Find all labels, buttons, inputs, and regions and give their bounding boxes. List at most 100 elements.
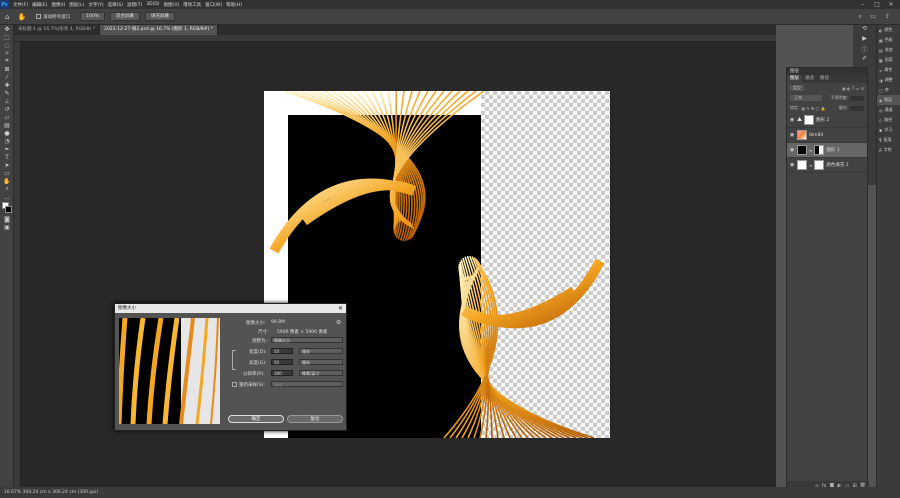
menu-view[interactable]: 视图(V) [164, 2, 180, 8]
height-input[interactable]: 50 [271, 359, 293, 365]
width-unit-select[interactable]: 厘米 [299, 348, 343, 354]
layer-thumbnail[interactable] [797, 160, 807, 170]
reset-button[interactable]: 复位 [287, 415, 343, 423]
menu-3d[interactable]: 3D(D) [146, 2, 159, 7]
brush-tool-icon[interactable]: ✎ [0, 89, 14, 97]
resolution-input[interactable]: 300 [271, 370, 293, 376]
maximize-icon[interactable]: □ [870, 0, 884, 9]
panel-adjustments[interactable]: ◑ 调整 [877, 75, 900, 85]
path-selection-tool-icon[interactable]: ➤ [0, 161, 14, 169]
screen-mode-icon[interactable]: ▣ [0, 223, 14, 231]
fill-input[interactable] [850, 105, 864, 111]
filter-kind-select[interactable]: 类型 [790, 85, 804, 91]
history-brush-tool-icon[interactable]: ↺ [0, 105, 14, 113]
menu-layer[interactable]: 图层(L) [69, 2, 84, 8]
layer-mask-thumbnail[interactable] [814, 145, 825, 155]
rectangle-tool-icon[interactable]: ▭ [0, 169, 14, 177]
visibility-eye-icon[interactable]: ◉ [790, 132, 795, 138]
more-tools-icon[interactable]: … [0, 193, 14, 201]
close-icon[interactable]: ✕ [884, 0, 898, 9]
tab-untitled-1[interactable]: 未标题-1 @ 16.7%(形状 4, RGB/8) * [14, 25, 101, 35]
link-icon[interactable]: ∞ [809, 148, 812, 153]
home-icon[interactable]: ⌂ [5, 13, 9, 21]
fill-screen-button[interactable]: 填充屏幕 [145, 12, 176, 21]
zoom-tool-icon[interactable]: ⌕ [0, 185, 14, 193]
settings-gear-icon[interactable]: ⚙ [336, 319, 341, 326]
horizontal-ruler[interactable] [14, 35, 776, 42]
layer-thumbnail[interactable] [797, 145, 807, 155]
stamp-tool-icon[interactable]: ⊥ [0, 97, 14, 105]
frame-tool-icon[interactable]: ⊠ [0, 65, 14, 73]
layer-mask-thumbnail[interactable] [814, 160, 825, 170]
menu-edit[interactable]: 编辑(E) [32, 2, 47, 8]
panel-learn[interactable]: ✱ 学习 [877, 125, 900, 135]
panel-patterns[interactable]: ▩ 图案 [877, 55, 900, 65]
menu-window[interactable]: 窗口(W) [205, 2, 222, 8]
minimize-icon[interactable]: – [856, 0, 870, 9]
eyedropper-tool-icon[interactable]: ⁄ [0, 73, 14, 81]
color-swatches-icon[interactable] [0, 201, 14, 215]
height-unit-select[interactable]: 厘米 [299, 359, 343, 365]
filter-icons[interactable]: ▦ ◐ T ▭ ⊡ [842, 86, 864, 91]
constrain-link-icon[interactable] [232, 350, 236, 370]
panel-paths[interactable]: ◇ 路径 [877, 115, 900, 125]
search-icon[interactable]: ⌕ [859, 13, 862, 21]
blur-tool-icon[interactable]: ● [0, 129, 14, 137]
eraser-tool-icon[interactable]: ▱ [0, 113, 14, 121]
dodge-tool-icon[interactable]: ◔ [0, 137, 14, 145]
move-tool-icon[interactable]: ✥ [0, 25, 14, 33]
panel-character[interactable]: A 字符 [877, 145, 900, 155]
history-icon[interactable]: ⟲ [853, 25, 876, 35]
panel-gradients[interactable]: ▤ 渐变 [877, 45, 900, 55]
tab-channels[interactable]: 通道 [802, 75, 817, 83]
resample-checkbox[interactable] [232, 382, 237, 387]
info-icon[interactable]: ⓘ [853, 45, 876, 55]
panel-swatches[interactable]: ▦ 色板 [877, 35, 900, 45]
layer-mask-thumbnail[interactable] [804, 115, 815, 125]
panel-layers[interactable]: ◈ 图层 [877, 95, 900, 105]
fit-to-select[interactable]: 原稿大小 [271, 337, 343, 343]
tab-active-document[interactable]: 2021-12-27-银2.psd @ 16.7% (图形 1, RGB/8#)… [100, 25, 218, 35]
share-icon[interactable]: ⇪ [885, 13, 890, 20]
visibility-eye-icon[interactable]: ◉ [790, 162, 795, 168]
hand-tool-side-icon[interactable]: ✋ [0, 177, 14, 185]
layer-row-selected[interactable]: ◉ ∞ 图形 1 [787, 143, 867, 158]
blend-mode-select[interactable]: 正常 [790, 95, 822, 101]
pen-tool-icon[interactable]: ✒ [0, 145, 14, 153]
dialog-preview[interactable] [119, 318, 220, 424]
link-icon[interactable]: ∞ [809, 163, 812, 168]
panel-paragraph[interactable]: ¶ 段落 [877, 135, 900, 145]
menu-help[interactable]: 帮助(H) [226, 2, 242, 8]
layer-thumbnail[interactable] [797, 130, 807, 140]
fit-screen-button[interactable]: 适合屏幕 [110, 12, 141, 21]
menu-file[interactable]: 文件(F) [13, 2, 28, 8]
zoom-100-button[interactable]: 100% [80, 12, 106, 21]
panel-channels[interactable]: ◎ 通道 [877, 105, 900, 115]
resample-select[interactable]: 自动 [271, 381, 343, 387]
visibility-eye-icon[interactable]: ◉ [790, 117, 795, 123]
hand-tool-icon[interactable]: ✋ [17, 13, 26, 21]
lasso-tool-icon[interactable]: ◌ [0, 41, 14, 49]
layer-row[interactable]: ◉ ∞ 颜色填充 1 [787, 158, 867, 173]
marquee-tool-icon[interactable]: ⬚ [0, 33, 14, 41]
vertical-ruler[interactable] [14, 42, 21, 487]
play-icon[interactable]: ▶ [853, 35, 876, 45]
type-tool-icon[interactable]: T [0, 153, 14, 161]
visibility-eye-icon[interactable]: ◉ [790, 147, 795, 153]
layer-row[interactable]: ◉ Ibm84 [787, 128, 867, 143]
ok-button[interactable]: 确定 [228, 415, 284, 423]
gradient-tool-icon[interactable]: ▤ [0, 121, 14, 129]
menu-plugins[interactable]: 增效工具 [183, 2, 201, 8]
lock-icons[interactable]: ▦ ✎ ✥ ▢ 🔒 [801, 106, 825, 111]
magic-wand-tool-icon[interactable]: ✧ [0, 49, 14, 57]
healing-brush-tool-icon[interactable]: ✚ [0, 81, 14, 89]
resolution-unit-select[interactable]: 像素/英寸 [299, 370, 343, 376]
menu-select[interactable]: 选择(S) [108, 2, 123, 8]
tab-layers[interactable]: 图层 [787, 75, 802, 83]
menu-type[interactable]: 文字(Y) [88, 2, 103, 8]
panel-color[interactable]: ◐ 颜色 [877, 25, 900, 35]
workspace-icon[interactable]: ▭ [870, 13, 876, 20]
tab-paths[interactable]: 路径 [817, 75, 832, 83]
opacity-input[interactable] [850, 95, 864, 101]
menu-image[interactable]: 图像(I) [51, 2, 65, 8]
